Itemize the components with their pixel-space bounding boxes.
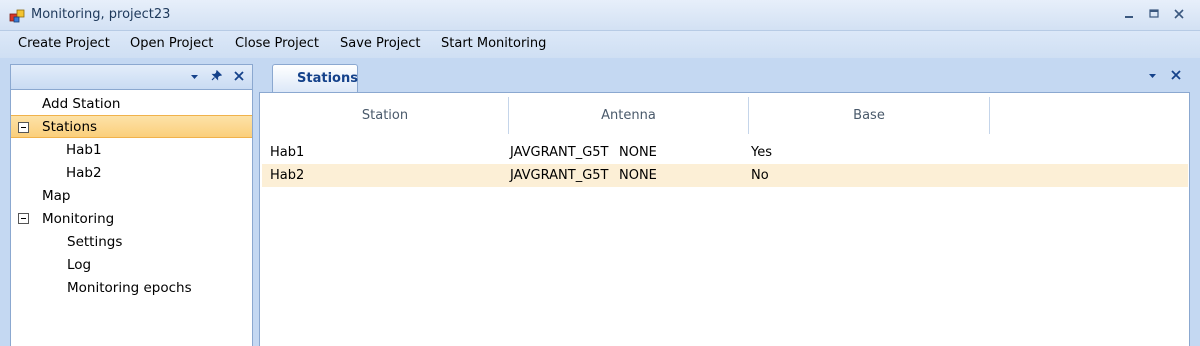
minimize-icon [1125,16,1133,18]
collapse-icon[interactable] [18,213,29,224]
cell-base: No [751,168,769,183]
pane-dropdown-button[interactable] [185,68,203,86]
maximize-icon [1149,9,1159,18]
tree-item-hab2[interactable]: Hab2 [11,161,252,184]
menu-open-project[interactable]: Open Project [130,36,213,54]
pane-header [11,65,252,90]
pane-close-button[interactable] [230,68,248,86]
tree-item-label: Map [42,188,71,204]
tree-item-stations[interactable]: Stations [11,115,252,138]
column-header-base[interactable]: Base [749,97,990,134]
window-title: Monitoring, project23 [31,7,171,22]
tree-item-hab1[interactable]: Hab1 [11,138,252,161]
title-bar: Monitoring, project23 [0,0,1200,31]
column-header-antenna[interactable]: Antenna [509,97,749,134]
tree-item-monitoring-epochs[interactable]: Monitoring epochs [11,276,252,299]
menu-save-project[interactable]: Save Project [340,36,421,54]
stations-document: Station Antenna Base Hab1 JAVGRANT_G5T N… [259,92,1190,346]
project-tree-pane: Add Station Stations Hab1 Hab2 Map Monit… [10,64,253,346]
column-header-station[interactable]: Station [262,97,509,134]
close-icon [1174,9,1184,19]
minimize-button[interactable] [1118,6,1140,24]
cell-station: Hab2 [270,168,305,183]
tree-item-label: Hab1 [66,142,102,158]
close-icon [1171,70,1181,80]
app-icon [9,9,25,23]
tree-item-label: Settings [67,234,123,250]
tree-item-add-station[interactable]: Add Station [11,92,252,115]
tree-item-label: Monitoring epochs [67,280,192,296]
tree-item-map[interactable]: Map [11,184,252,207]
close-icon [234,71,244,81]
tree-item-log[interactable]: Log [11,253,252,276]
cell-base: Yes [751,145,772,160]
tree-item-label: Log [67,257,92,273]
menu-start-monitoring[interactable]: Start Monitoring [441,36,546,54]
tab-stations[interactable]: Stations [272,64,358,93]
pin-icon [211,69,222,81]
table-row[interactable]: Hab1 JAVGRANT_G5T NONE Yes [262,141,1188,164]
chevron-down-icon [1148,74,1156,78]
pane-pin-button[interactable] [207,68,225,86]
tree-item-label: Monitoring [42,211,115,227]
project-tree: Add Station Stations Hab1 Hab2 Map Monit… [11,90,252,299]
cell-antenna-type: NONE [619,168,657,183]
menu-close-project[interactable]: Close Project [235,36,319,54]
tab-label: Stations [297,71,358,86]
document-close-button[interactable] [1167,67,1185,85]
menu-create-project[interactable]: Create Project [18,36,110,54]
cell-station: Hab1 [270,145,305,160]
chevron-down-icon [190,75,198,79]
menu-bar: Create Project Open Project Close Projec… [0,31,1200,58]
cell-antenna-type: NONE [619,145,657,160]
tree-item-label: Stations [42,119,98,135]
tree-item-label: Add Station [42,96,121,112]
cell-antenna: JAVGRANT_G5T [510,145,609,160]
document-dropdown-button[interactable] [1143,67,1161,85]
cell-antenna: JAVGRANT_G5T [510,168,609,183]
tree-item-settings[interactable]: Settings [11,230,252,253]
tree-item-label: Hab2 [66,165,102,181]
table-row[interactable]: Hab2 JAVGRANT_G5T NONE No [262,164,1188,187]
collapse-icon[interactable] [18,122,29,133]
maximize-button[interactable] [1143,6,1165,24]
grid-header: Station Antenna Base [262,97,990,134]
close-window-button[interactable] [1168,6,1190,24]
tree-item-monitoring[interactable]: Monitoring [11,207,252,230]
